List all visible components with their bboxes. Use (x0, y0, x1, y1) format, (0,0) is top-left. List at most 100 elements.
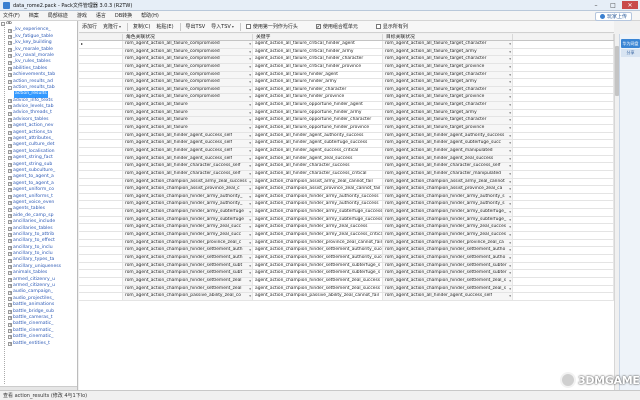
expand-icon[interactable]: + (8, 220, 12, 225)
expand-icon[interactable]: + (8, 79, 12, 84)
cell-target-status[interactable]: rom_agent_action_all_failure_target_char… (383, 102, 513, 109)
row-header[interactable] (79, 224, 123, 232)
chevron-down-icon[interactable]: ▾ (509, 201, 511, 208)
maximize-button[interactable]: □ (605, 1, 621, 9)
table-row[interactable]: rom_agent_action_champion_hinder_settlem… (79, 262, 614, 271)
chevron-down-icon[interactable]: ▾ (249, 186, 251, 193)
expand-icon[interactable]: + (8, 118, 12, 123)
cell-target-status[interactable]: rom_agent_action_champion_hinder_settlem… (383, 270, 513, 277)
cell-target-status[interactable]: rom_agent_action_all_hinder_character_su… (383, 163, 513, 170)
expand-icon[interactable]: + (8, 111, 12, 116)
expand-icon[interactable]: + (8, 290, 12, 295)
row-header[interactable] (79, 201, 123, 209)
menu-archive[interactable]: 档案 (29, 12, 39, 19)
expand-icon[interactable]: + (8, 239, 12, 244)
chevron-down-icon[interactable]: ▾ (509, 293, 511, 300)
cell-role-status[interactable]: rom_agent_action_all_hinder_agent_succes… (123, 147, 253, 155)
row-header[interactable]: ▸ (79, 41, 123, 48)
row-header[interactable] (79, 71, 123, 79)
chevron-down-icon[interactable]: ▾ (249, 232, 251, 239)
table-row[interactable]: rom_agent_action_champion_hinder_army_su… (79, 216, 614, 225)
cell-target-status[interactable]: rom_agent_action_champion_hinder_settlem… (383, 262, 513, 270)
cell-role-status[interactable]: rom_agent_action_all_failure ▾ (123, 109, 253, 117)
cell-key[interactable]: agent_action_all_failure_critical_hinder… (253, 48, 383, 56)
table-row[interactable]: rom_agent_action_all_failure_compromised… (79, 63, 614, 72)
chevron-down-icon[interactable]: ▾ (249, 64, 251, 71)
table-row[interactable]: rom_agent_action_all_failure_compromised… (79, 56, 614, 64)
cell-target-status[interactable]: rom_agent_action_all_failure_target_char… (383, 56, 513, 63)
row-header[interactable] (79, 102, 123, 109)
table-row[interactable]: rom_agent_action_champion_hinder_settlem… (79, 254, 614, 263)
table-row[interactable]: rom_agent_action_champion_assist_provinc… (79, 186, 614, 194)
cell-target-status[interactable]: rom_agent_action_champion_hinder_army_au… (383, 201, 513, 209)
row-header[interactable] (79, 48, 123, 56)
expand-icon[interactable]: + (8, 252, 12, 257)
row-header[interactable] (79, 125, 123, 132)
row-header[interactable] (79, 232, 123, 239)
chevron-down-icon[interactable]: ▾ (509, 255, 511, 262)
row-header[interactable] (79, 170, 123, 178)
row-header[interactable] (79, 178, 123, 186)
table-row[interactable]: rom_agent_action_all_failure ▾ agent_actio… (79, 125, 614, 133)
column-header-target-status[interactable]: 目标关联状况 (383, 34, 513, 40)
cell-target-status[interactable]: rom_agent_action_all_hinder_character_ma… (383, 170, 513, 178)
show-all-columns-option[interactable]: 显示所有列 (375, 23, 408, 30)
cell-target-status[interactable]: rom_agent_action_champion_hinder_army_su… (383, 209, 513, 216)
row-header[interactable] (79, 109, 123, 117)
row-header[interactable] (79, 254, 123, 262)
expand-icon[interactable]: + (8, 66, 12, 71)
chevron-down-icon[interactable]: ▾ (249, 263, 251, 270)
chevron-down-icon[interactable]: ▾ (249, 117, 251, 124)
expand-icon[interactable]: + (8, 47, 12, 52)
cell-target-status[interactable]: rom_agent_action_champion_hinder_settlem… (383, 285, 513, 293)
cell-key[interactable]: agent_action_champion_hinder_settlement_… (253, 277, 383, 285)
chevron-down-icon[interactable]: ▾ (249, 278, 251, 285)
row-header[interactable] (79, 239, 123, 247)
column-header-key[interactable]: 关键字 (253, 34, 383, 40)
cell-key[interactable]: agent_action_all_failure_hinder_army (253, 79, 383, 86)
expand-icon[interactable]: + (8, 258, 12, 263)
row-header[interactable] (79, 193, 123, 201)
cell-role-status[interactable]: rom_agent_action_champion_hinder_settlem… (123, 247, 253, 254)
cell-role-status[interactable]: rom_agent_action_all_failure ▾ (123, 125, 253, 132)
row-header[interactable] (79, 293, 123, 300)
clone-row-button[interactable]: 克隆行 ▾ (103, 23, 121, 30)
table-row[interactable]: rom_agent_action_all_hinder_agent_succes… (79, 140, 614, 148)
chevron-down-icon[interactable]: ▾ (509, 148, 511, 155)
chevron-down-icon[interactable]: ▾ (509, 102, 511, 109)
chevron-down-icon[interactable]: ▾ (509, 163, 511, 170)
cell-role-status[interactable]: rom_agent_action_all_failure_compromised… (123, 86, 253, 94)
chevron-down-icon[interactable]: ▾ (509, 87, 511, 94)
chevron-down-icon[interactable]: ▾ (249, 194, 251, 201)
expand-icon[interactable]: + (8, 156, 12, 161)
export-tsv-button[interactable]: 导出TSV (186, 23, 206, 30)
table-row[interactable]: rom_agent_action_all_hinder_character_su… (79, 163, 614, 171)
expand-icon[interactable]: + (8, 284, 12, 289)
cell-key[interactable]: agent_action_champion_hinder_army_zeal_s… (253, 224, 383, 232)
cell-target-status[interactable]: rom_agent_action_all_failure_target_prov… (383, 63, 513, 71)
cell-key[interactable]: agent_action_all_hinder_agent_success_cr… (253, 147, 383, 155)
expand-icon[interactable]: + (8, 245, 12, 250)
cell-target-status[interactable]: rom_agent_action_all_failure_target_char… (383, 86, 513, 94)
cell-key[interactable]: agent_action_all_hinder_agent_zeal_succe… (253, 155, 383, 163)
cell-key[interactable]: agent_action_all_failure_critical_hinder… (253, 63, 383, 71)
minimize-button[interactable]: – (588, 1, 604, 9)
table-row[interactable]: rom_agent_action_champion_hinder_settlem… (79, 270, 614, 278)
cell-target-status[interactable]: rom_agent_action_champion_hinder_provinc… (383, 239, 513, 247)
expand-icon[interactable]: + (8, 213, 12, 218)
expand-icon[interactable]: + (8, 194, 12, 199)
cell-target-status[interactable]: rom_agent_action_all_failure_target_army… (383, 48, 513, 56)
menu-help[interactable]: 帮助(H) (141, 12, 159, 19)
chevron-down-icon[interactable]: ▾ (249, 217, 251, 224)
chevron-down-icon[interactable]: ▾ (509, 133, 511, 140)
collapse-icon[interactable]: - (1, 22, 5, 27)
row-header[interactable] (79, 117, 123, 125)
cell-role-status[interactable]: rom_agent_action_champion_assist_provinc… (123, 186, 253, 193)
cell-role-status[interactable]: rom_agent_action_champion_passive_abilit… (123, 293, 253, 300)
chevron-down-icon[interactable]: ▾ (509, 41, 511, 48)
cell-role-status[interactable]: rom_agent_action_all_failure_compromised… (123, 79, 253, 86)
chevron-down-icon[interactable]: ▾ (249, 209, 251, 216)
table-row[interactable]: rom_agent_action_champion_hinder_army_ze… (79, 232, 614, 240)
cell-role-status[interactable]: rom_agent_action_champion_hinder_settlem… (123, 270, 253, 277)
data-grid[interactable]: 角色关联状况 关键字 目标关联状况 ▸ rom_agent_action_all_… (79, 34, 614, 390)
